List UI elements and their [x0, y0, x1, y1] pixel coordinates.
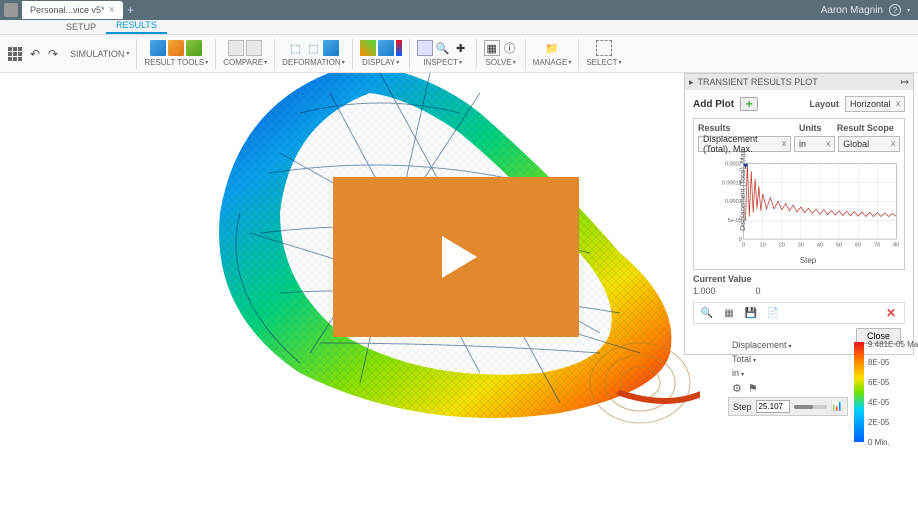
copy-icon[interactable]: ▦ — [722, 306, 736, 320]
legend-tick: 8E-05 — [868, 358, 889, 367]
x-axis-label: Step — [716, 256, 900, 265]
manage-group: 📁 MANAGE▾ — [529, 40, 576, 67]
tool-icon[interactable] — [168, 40, 184, 56]
svg-text:50: 50 — [836, 242, 842, 248]
y-axis-label: Displacement (Total), Max. — [740, 148, 747, 231]
toolbar: ↶ ↷ SIMULATION▾ RESULT TOOLS▾ COMPARE▾ ⬚… — [0, 35, 918, 73]
unit-dropdown[interactable]: in▾ — [728, 366, 848, 380]
user-name[interactable]: Aaron Magnin — [821, 5, 883, 16]
document-title: Personal...vice v5* — [30, 5, 105, 15]
tool-icon[interactable] — [323, 40, 339, 56]
layout-label: Layout — [809, 99, 839, 109]
svg-text:70: 70 — [874, 242, 880, 248]
simulation-dropdown[interactable]: SIMULATION▾ — [70, 49, 129, 59]
tab-setup[interactable]: SETUP — [56, 20, 106, 34]
inspect-group: 🔍 ✚ INSPECT▾ — [413, 40, 473, 67]
col-scope: Result Scope — [837, 123, 900, 133]
delete-icon[interactable]: ✕ — [884, 306, 898, 320]
tool-icon[interactable]: 📁 — [544, 40, 560, 56]
legend-tick: 4E-05 — [868, 398, 889, 407]
transient-results-panel: ▸ TRANSIENT RESULTS PLOT ↦ Add Plot + La… — [684, 73, 914, 355]
expand-icon[interactable]: ▸ — [689, 77, 694, 88]
document-tab[interactable]: Personal...vice v5* × — [22, 1, 123, 19]
tool-icon[interactable] — [360, 40, 376, 56]
tool-icon[interactable]: ⬚ — [305, 40, 321, 56]
help-icon[interactable]: ? — [889, 4, 901, 16]
scope-select[interactable]: Global — [838, 136, 900, 152]
current-value-1: 1.000 — [693, 286, 716, 296]
redo-icon[interactable]: ↷ — [46, 47, 60, 61]
panel-header[interactable]: ▸ TRANSIENT RESULTS PLOT ↦ — [685, 74, 913, 90]
new-tab-button[interactable]: + — [127, 3, 134, 17]
tool-icon[interactable] — [228, 40, 244, 56]
color-legend: 9.481E-05 Max. 8E-05 6E-05 4E-05 2E-05 0… — [854, 342, 914, 462]
legend-max: 9.481E-05 Max. — [868, 340, 918, 349]
tool-icon[interactable]: 🔍 — [435, 40, 451, 56]
grid-icon[interactable] — [8, 47, 22, 61]
result-tools-group: RESULT TOOLS▾ — [140, 40, 212, 67]
tab-results[interactable]: RESULTS — [106, 18, 167, 34]
app-icon — [4, 3, 18, 17]
tool-icon[interactable]: ⓘ — [502, 40, 518, 56]
units-select[interactable]: in — [794, 136, 835, 152]
tool-icon[interactable]: ⬚ — [287, 40, 303, 56]
tool-icon[interactable] — [186, 40, 202, 56]
step-slider[interactable] — [794, 405, 827, 409]
svg-text:10: 10 — [760, 242, 766, 248]
tool-icon[interactable] — [417, 40, 433, 56]
solve-group: ▦ ⓘ SOLVE▾ — [480, 40, 522, 67]
select-group: SELECT▾ — [582, 40, 625, 67]
display-group: DISPLAY▾ — [356, 40, 406, 67]
legend-controls: Displacement▾ Total▾ in▾ ⚙ ⚑ Step 📊 — [728, 338, 848, 416]
svg-text:60: 60 — [855, 242, 861, 248]
tool-icon[interactable]: ▦ — [484, 40, 500, 56]
add-plot-button[interactable]: + — [740, 97, 758, 111]
step-label: Step — [733, 402, 752, 412]
pin-icon[interactable]: ↦ — [901, 77, 909, 88]
step-input[interactable] — [756, 400, 790, 413]
col-units: Units — [799, 123, 837, 133]
results-chart: Displacement (Total), Max. 0.00020.00015… — [716, 156, 900, 256]
play-icon — [421, 222, 491, 292]
col-results: Results — [698, 123, 799, 133]
workspace-tabs: SETUP RESULTS — [0, 20, 918, 35]
tool-icon[interactable] — [246, 40, 262, 56]
component-dropdown[interactable]: Total▾ — [728, 352, 848, 366]
svg-text:30: 30 — [798, 242, 804, 248]
svg-text:20: 20 — [779, 242, 785, 248]
tool-icon[interactable]: ✚ — [453, 40, 469, 56]
legend-tick: 6E-05 — [868, 378, 889, 387]
layout-select[interactable]: Horizontal — [845, 96, 905, 112]
flag-icon[interactable]: ⚑ — [748, 382, 758, 395]
zoom-icon[interactable]: 🔍 — [700, 306, 714, 320]
legend-min: 0 Min. — [868, 438, 890, 447]
step-control: Step 📊 — [728, 397, 848, 416]
gear-icon[interactable]: ⚙ — [732, 382, 742, 395]
current-value-label: Current Value — [693, 274, 905, 284]
chart-icon[interactable]: 📊 — [831, 401, 843, 412]
save-icon[interactable]: 💾 — [744, 306, 758, 320]
legend-tick: 2E-05 — [868, 418, 889, 427]
result-type-dropdown[interactable]: Displacement▾ — [728, 338, 848, 352]
compare-group: COMPARE▾ — [219, 40, 271, 67]
tool-icon[interactable] — [378, 40, 394, 56]
close-icon[interactable]: × — [109, 4, 115, 16]
color-gradient — [854, 342, 864, 442]
svg-text:80: 80 — [893, 242, 899, 248]
add-plot-label: Add Plot — [693, 99, 734, 110]
tool-icon[interactable] — [150, 40, 166, 56]
titlebar: Personal...vice v5* × + Aaron Magnin ?▾ — [0, 0, 918, 20]
play-button-overlay[interactable] — [333, 177, 579, 337]
deformation-group: ⬚ ⬚ DEFORMATION▾ — [278, 40, 349, 67]
undo-icon[interactable]: ↶ — [28, 47, 42, 61]
chart-toolbar: 🔍 ▦ 💾 📄 ✕ — [693, 302, 905, 324]
svg-text:0.00015: 0.00015 — [722, 180, 742, 186]
tool-icon[interactable] — [596, 40, 612, 56]
svg-text:40: 40 — [817, 242, 823, 248]
current-value-2: 0 — [756, 286, 761, 296]
tool-icon[interactable] — [396, 40, 402, 56]
export-icon[interactable]: 📄 — [766, 306, 780, 320]
svg-text:0: 0 — [742, 242, 745, 248]
panel-title: TRANSIENT RESULTS PLOT — [698, 77, 818, 87]
